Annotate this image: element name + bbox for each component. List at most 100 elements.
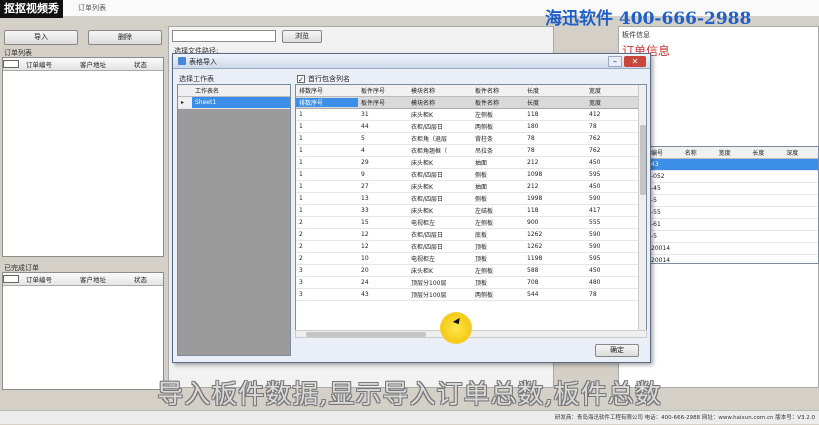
table-row[interactable]: 3 24 顶层分100层 顶板 708 480 [296, 277, 646, 289]
grid-cell: 电视柜左 [411, 220, 436, 227]
ok-button[interactable]: 确定 [595, 344, 639, 357]
grid-cell: 118 [527, 207, 539, 214]
sheet-item[interactable]: ▸ Sheet1 [178, 97, 290, 109]
dialog-app-icon [178, 57, 186, 65]
right-cell: 20014 [651, 245, 671, 252]
grid-cell: 衣柜/四层日 [411, 244, 444, 251]
table-row[interactable]: 43 [649, 159, 818, 171]
table-row[interactable]: -45 [649, 183, 818, 195]
table-row[interactable]: 2 12 衣柜/四层日 底板 1262 590 [296, 229, 646, 241]
import-button[interactable]: 导入 [4, 30, 78, 45]
grid-cell: 5 [361, 135, 365, 142]
table-row[interactable]: 2 15 电视柜左 左侧板 900 555 [296, 217, 646, 229]
table-row[interactable]: 1 29 床头柜K 抽面 212 450 [296, 157, 646, 169]
grid-cell: 1 [299, 171, 303, 178]
delete-button[interactable]: 删除 [88, 30, 162, 45]
grid-cell: 900 [527, 219, 539, 226]
close-icon[interactable]: ✕ [624, 56, 646, 67]
path-input[interactable] [172, 30, 276, 42]
grid-col-subheader: 排数序号 [296, 98, 358, 107]
grid-cell: 480 [589, 279, 601, 286]
table-row[interactable]: -5 [649, 231, 818, 243]
col-order-no: 订单编号 [26, 61, 52, 69]
grid-cell: 4 [361, 147, 365, 154]
grid-cell: 417 [589, 207, 601, 214]
table-row[interactable]: 1 33 床头柜K 左结板 118 417 [296, 205, 646, 217]
grid-cell: 2 [299, 231, 303, 238]
browse-button[interactable]: 浏览 [282, 30, 322, 43]
grid-cell: 床头柜K [411, 112, 433, 119]
grid-col-subheader: 宽度 [589, 100, 602, 107]
grid-cell: 595 [589, 171, 601, 178]
grid-cell: 708 [527, 279, 539, 286]
table-row[interactable]: -052 [649, 171, 818, 183]
grid-cell: 1 [299, 159, 303, 166]
minimize-icon[interactable]: – [608, 56, 622, 67]
grid-cell: 1262 [527, 243, 543, 250]
table-row[interactable]: 1 4 衣柜角翘框（ 吊拉条 78 762 [296, 145, 646, 157]
table-row[interactable]: 1 13 衣柜/四层日 侧板 1998 590 [296, 193, 646, 205]
grid-cell: 衣柜角（退层 [411, 136, 448, 143]
done-col-status: 状态 [134, 276, 147, 284]
panel-info-label: 板件信息 [622, 31, 650, 39]
grid-col-header: 板件序号 [361, 88, 386, 95]
cursor-highlight [440, 312, 472, 344]
grid-cell: 顶板 [475, 244, 488, 251]
table-row[interactable]: 3 20 床头柜K 左侧板 588 450 [296, 265, 646, 277]
grid-cell: 450 [589, 159, 601, 166]
scroll-thumb[interactable] [640, 125, 646, 195]
done-list-panel: 订单编号 客户地址 状态 [2, 272, 164, 390]
grid-cell: 衣柜/四层日 [411, 172, 444, 179]
table-row[interactable]: 1 9 衣柜/四层日 侧板 1098 595 [296, 169, 646, 181]
table-row[interactable]: 1 5 衣柜角（退层 背柱条 78 762 [296, 133, 646, 145]
hscroll-thumb[interactable] [306, 332, 426, 337]
grid-cell: 212 [527, 183, 539, 190]
grid-cell: 3 [299, 279, 303, 286]
grid-col-subheader: 板件序号 [361, 100, 386, 107]
panel-grid: 编号 名称 宽度 长度 深度 43 -052 -45 -5 -55 -61 -5… [648, 146, 819, 264]
grid-col-subheader: 长度 [527, 100, 540, 107]
grid-cell: 24 [361, 279, 369, 286]
sheet-list-header: 工作表名 [178, 85, 290, 97]
grid-cell: 118 [527, 111, 539, 118]
table-row[interactable]: 1 31 床头柜K 左侧板 118 412 [296, 109, 646, 121]
table-row[interactable]: -5 [649, 195, 818, 207]
grid-cell: 1 [299, 183, 303, 190]
grid-cell: 9 [361, 171, 365, 178]
import-data-grid: 排数序号 板件序号 模块名称 板件名称 长度 宽度 排数序号 板件序号 模块名称 板件名称 长度宽… [295, 84, 647, 334]
grid-cell: 1198 [527, 255, 543, 262]
grid-body: 1 31 床头柜K 左侧板 118 412 1 44 衣柜/四层日 两侧板 180 78 1 5 衣柜角（退… [296, 109, 646, 301]
grid-cell: 590 [589, 243, 601, 250]
grid-cell: 吊拉条 [475, 148, 494, 155]
right-col-depth: 深度 [786, 150, 799, 157]
grid-cell: 底板 [475, 232, 488, 239]
grid-cell: 31 [361, 111, 369, 118]
grid-col-header: 板件名称 [475, 88, 500, 95]
right-col-name: 名称 [684, 150, 697, 157]
done-select-all-checkbox[interactable] [3, 275, 19, 283]
table-row[interactable]: 20014 [649, 243, 818, 255]
vertical-scrollbar[interactable] [638, 85, 646, 333]
first-row-checkbox[interactable]: ✓ [297, 75, 305, 84]
grid-cell: 衣柜/四层日 [411, 124, 444, 131]
table-row[interactable]: -61 [649, 219, 818, 231]
grid-cell: 顶层分100层 [411, 292, 447, 299]
table-row[interactable]: -55 [649, 207, 818, 219]
grid-cell: 12 [361, 231, 369, 238]
select-all-checkbox[interactable] [3, 60, 19, 68]
table-row[interactable]: 20014 [649, 255, 818, 263]
table-row[interactable]: 1 44 衣柜/四层日 两侧板 180 78 [296, 121, 646, 133]
grid-cell: 左结板 [475, 208, 494, 215]
table-row[interactable]: 2 12 衣柜/四层日 顶板 1262 590 [296, 241, 646, 253]
grid-cell: 1 [299, 147, 303, 154]
table-row[interactable]: 3 43 顶层分100层 两侧板 544 78 [296, 289, 646, 301]
right-col-width: 宽度 [718, 150, 731, 157]
grid-cell: 590 [589, 195, 601, 202]
first-row-header-option[interactable]: ✓ 首行包含列名 [297, 74, 350, 84]
app-title: 订单列表 [78, 4, 106, 12]
table-row[interactable]: 2 10 电视柜左 顶板 1198 595 [296, 253, 646, 265]
panel-grid-header: 编号 名称 宽度 长度 深度 [649, 147, 818, 159]
table-row[interactable]: 1 27 床头柜K 抽面 212 450 [296, 181, 646, 193]
grid-cell: 顶板 [475, 256, 488, 263]
grid-cell: 左侧板 [475, 220, 494, 227]
